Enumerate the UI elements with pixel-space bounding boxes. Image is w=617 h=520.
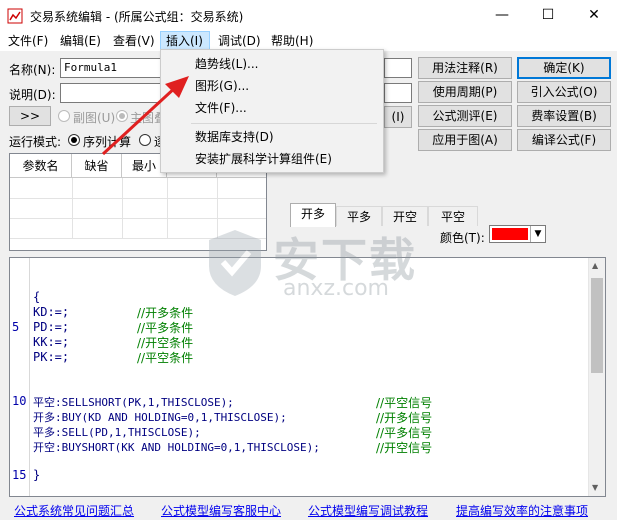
description-label: 说明(D): <box>9 88 56 102</box>
code-line: 开多:BUY(KD AND HOLDING=0,1,THISCLOSE); <box>33 411 287 424</box>
code-comment: //平空条件 <box>137 351 194 365</box>
fee-settings-button[interactable]: 费率设置(B) <box>517 105 611 127</box>
code-line: 平多:SELL(PD,1,THISCLOSE); <box>33 426 201 439</box>
color-swatch <box>492 228 528 240</box>
line-number: 15 <box>12 468 27 482</box>
code-line: 平空:SELLSHORT(PK,1,THISCLOSE); <box>33 396 234 409</box>
code-line: KK:=; <box>33 335 70 349</box>
menu-edit[interactable]: 编辑(E) <box>55 31 106 51</box>
link-tutorial[interactable]: 公式模型编写调试教程 <box>308 502 428 519</box>
scroll-up-icon[interactable]: ▲ <box>592 261 598 270</box>
vertical-scrollbar[interactable]: ▲ ▼ <box>588 258 605 496</box>
menu-help[interactable]: 帮助(H) <box>266 31 318 51</box>
close-button[interactable]: ✕ <box>571 0 617 31</box>
sub-chart-radio[interactable] <box>58 110 70 122</box>
color-select[interactable]: ▼ <box>489 225 546 243</box>
window-title: 交易系统编辑 - (所属公式组：交易系统) <box>30 10 244 24</box>
table-col-divider <box>167 178 168 238</box>
table-col-divider <box>72 178 73 238</box>
formula-test-button[interactable]: 公式测评(E) <box>418 105 512 127</box>
chevron-down-icon[interactable]: ▼ <box>530 226 545 242</box>
expand-toggle-button[interactable]: >> <box>9 106 51 126</box>
code-line: { <box>33 290 41 304</box>
import-formula-button[interactable]: 引入公式(O) <box>517 81 611 103</box>
line-number: 5 <box>12 320 20 334</box>
annotation-arrow-icon <box>101 76 189 156</box>
shield-icon <box>209 230 261 296</box>
table-row-divider <box>10 198 266 199</box>
code-line: KD:=; <box>33 305 70 319</box>
hidden-button[interactable]: (I) <box>384 106 412 128</box>
menu-insert[interactable]: 插入(I) <box>160 31 210 51</box>
code-line: 开空:BUYSHORT(KK AND HOLDING=0,1,THISCLOSE… <box>33 441 320 454</box>
color-label: 颜色(T): <box>440 231 485 245</box>
apply-to-chart-button[interactable]: 应用于图(A) <box>418 129 512 151</box>
scroll-down-icon[interactable]: ▼ <box>592 483 598 492</box>
sequential-radio[interactable] <box>68 134 80 146</box>
code-comment: //开空信号 <box>376 441 433 455</box>
link-faq[interactable]: 公式系统常见问题汇总 <box>14 502 134 519</box>
compile-formula-button[interactable]: 编译公式(F) <box>517 129 611 151</box>
watermark-logo: 安下载 anxz.com <box>205 218 425 308</box>
menu-debug[interactable]: 调试(D) <box>213 31 266 51</box>
run-mode-label: 运行模式: <box>9 135 62 149</box>
confirm-button[interactable]: 确定(K) <box>517 57 611 79</box>
app-icon <box>7 8 23 24</box>
name-label: 名称(N): <box>9 63 56 77</box>
code-line: PD:=; <box>33 320 70 334</box>
code-line: } <box>33 468 41 482</box>
line-number-gutter <box>10 258 30 496</box>
use-period-button[interactable]: 使用周期(P) <box>418 81 512 103</box>
minimize-button[interactable]: — <box>479 0 525 31</box>
line-number: 10 <box>12 394 27 408</box>
code-line: PK:=; <box>33 350 70 364</box>
description-input-right[interactable] <box>384 83 412 103</box>
table-col-divider <box>122 178 123 238</box>
usage-note-button[interactable]: 用法注释(R) <box>418 57 512 79</box>
maximize-button[interactable]: ☐ <box>525 0 571 31</box>
param-header-name[interactable]: 参数名 <box>10 154 72 178</box>
menu-view[interactable]: 查看(V) <box>108 31 160 51</box>
menu-separator <box>191 123 377 124</box>
scrollbar-thumb[interactable] <box>591 278 603 373</box>
name-input-right[interactable] <box>384 58 412 78</box>
menu-file[interactable]: 文件(F) <box>3 31 53 51</box>
link-support-center[interactable]: 公式模型编写客服中心 <box>161 502 281 519</box>
tab-close-short[interactable]: 平空 <box>428 206 478 226</box>
watermark-subtext: anxz.com <box>283 276 389 301</box>
link-efficiency-tips[interactable]: 提高编写效率的注意事项 <box>456 502 588 519</box>
